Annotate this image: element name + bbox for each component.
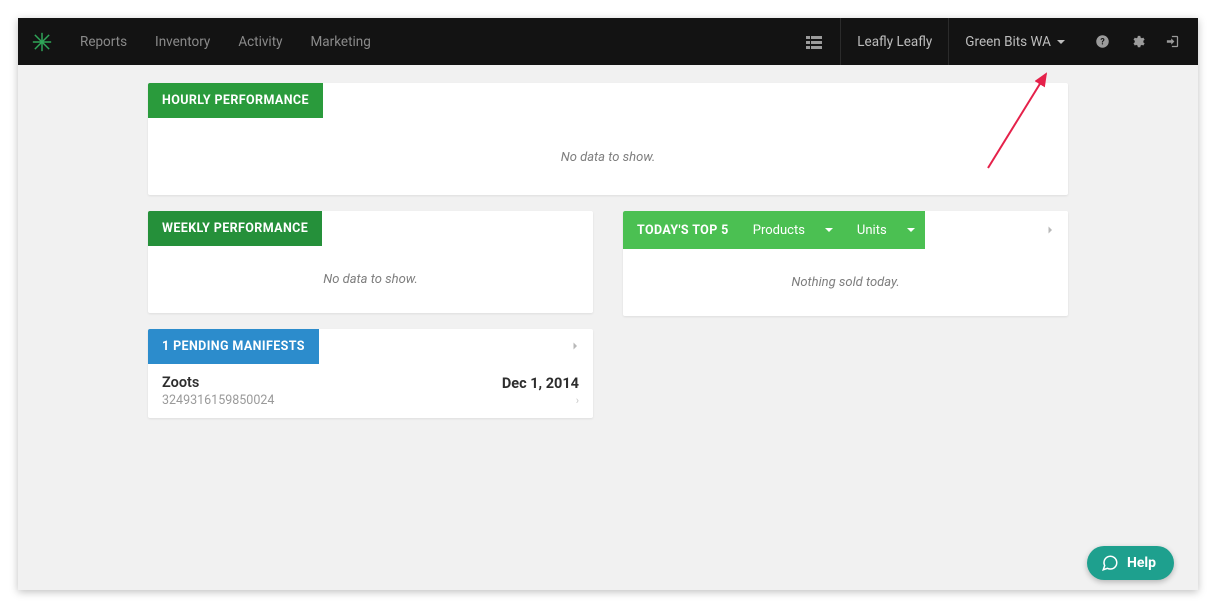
top5-metric-label: Units [857,223,887,238]
manifests-more-arrow[interactable] [569,337,593,356]
gear-icon[interactable] [1120,18,1155,65]
manifest-id: 3249316159850024 [162,393,274,408]
weekly-performance-panel: WEEKLY PERFORMANCE No data to show. [148,211,593,313]
chevron-down-icon [907,228,915,232]
hourly-empty: No data to show. [148,118,1068,195]
nav-inventory[interactable]: Inventory [141,34,224,50]
pending-manifests-panel: 1 PENDING MANIFESTS Zoots 32493161598500… [148,329,593,418]
manifest-date: Dec 1, 2014 [502,375,579,392]
location-menu[interactable]: Green Bits WA [948,18,1081,65]
top-navbar: Reports Inventory Activity Marketing Lea… [18,18,1198,65]
top5-more-arrow[interactable] [1044,221,1068,240]
help-widget[interactable]: Help [1087,546,1174,580]
manifest-row[interactable]: Zoots 3249316159850024 Dec 1, 2014 › [148,364,593,418]
nav-marketing[interactable]: Marketing [297,34,385,50]
chevron-right-icon: › [502,394,579,407]
top5-panel: TODAY'S TOP 5 Products Units [623,211,1068,316]
logout-icon[interactable] [1155,18,1198,65]
top5-type-dropdown[interactable]: Products [743,223,843,238]
hourly-title: HOURLY PERFORMANCE [148,83,323,118]
top5-title: TODAY'S TOP 5 [623,223,743,238]
svg-text:?: ? [1100,38,1105,48]
top5-metric-dropdown[interactable]: Units [847,223,925,238]
user-menu[interactable]: Leafly Leafly [840,18,948,65]
user-label: Leafly Leafly [857,34,932,50]
nav-reports[interactable]: Reports [66,34,141,50]
top5-type-label: Products [753,223,805,238]
top5-empty: Nothing sold today. [623,249,1068,316]
manifest-name: Zoots [162,374,274,391]
app-logo[interactable] [18,31,66,53]
help-label: Help [1127,555,1156,571]
dashboard-page: HOURLY PERFORMANCE No data to show. WEEK… [18,65,1198,590]
nav-activity[interactable]: Activity [224,34,296,50]
chat-icon [1101,554,1119,572]
weekly-empty: No data to show. [148,246,593,313]
chevron-down-icon [1057,40,1065,44]
weekly-title: WEEKLY PERFORMANCE [148,211,322,246]
hourly-performance-panel: HOURLY PERFORMANCE No data to show. [148,83,1068,195]
tasks-icon[interactable] [796,18,840,65]
chevron-down-icon [825,228,833,232]
manifests-title: 1 PENDING MANIFESTS [148,329,319,364]
help-icon[interactable]: ? [1081,18,1120,65]
location-label: Green Bits WA [965,34,1051,50]
